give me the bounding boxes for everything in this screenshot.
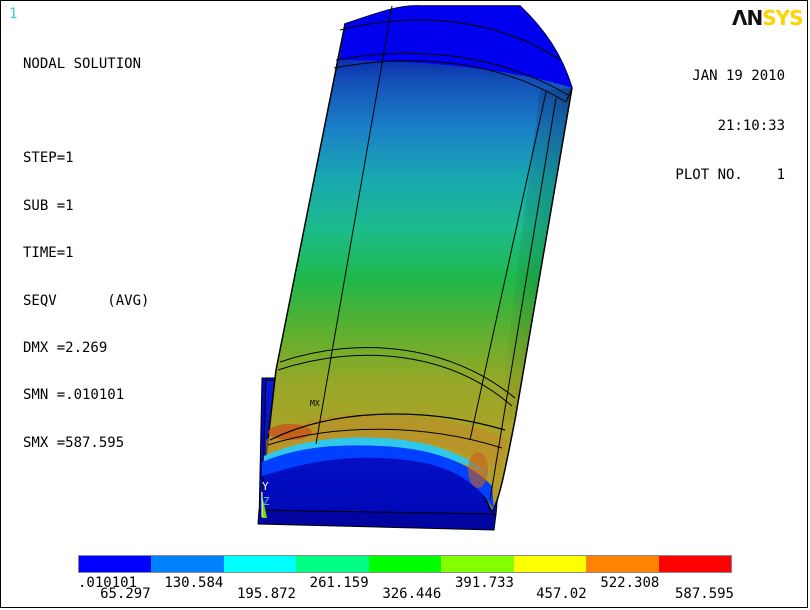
legend-label: 522.308 xyxy=(600,575,660,591)
legend-swatch xyxy=(223,556,297,572)
model-view: MX Y Z xyxy=(257,5,573,531)
blade: MX xyxy=(262,5,573,514)
legend-label: 65.297 xyxy=(100,586,151,602)
legend-swatch xyxy=(296,556,369,572)
legend-swatch xyxy=(368,556,442,572)
legend-label: 195.872 xyxy=(236,586,296,602)
legend-swatch xyxy=(513,556,587,572)
legend-swatch xyxy=(586,556,659,572)
legend-swatch xyxy=(79,556,152,572)
legend-label: 130.584 xyxy=(164,575,224,591)
triad-z-label: Z xyxy=(263,495,270,508)
legend-label: 326.446 xyxy=(382,586,442,602)
legend-label: 391.733 xyxy=(454,575,514,591)
legend-swatch xyxy=(658,556,731,572)
model-marker: MX xyxy=(310,399,320,408)
legend-swatch xyxy=(441,556,514,572)
legend-swatch xyxy=(151,556,224,572)
legend-label: 587.595 xyxy=(674,586,734,602)
contour-legend xyxy=(78,555,732,573)
legend-label: 261.159 xyxy=(309,575,369,591)
triad-y-label: Y xyxy=(262,480,269,493)
legend-label: 457.02 xyxy=(536,586,587,602)
